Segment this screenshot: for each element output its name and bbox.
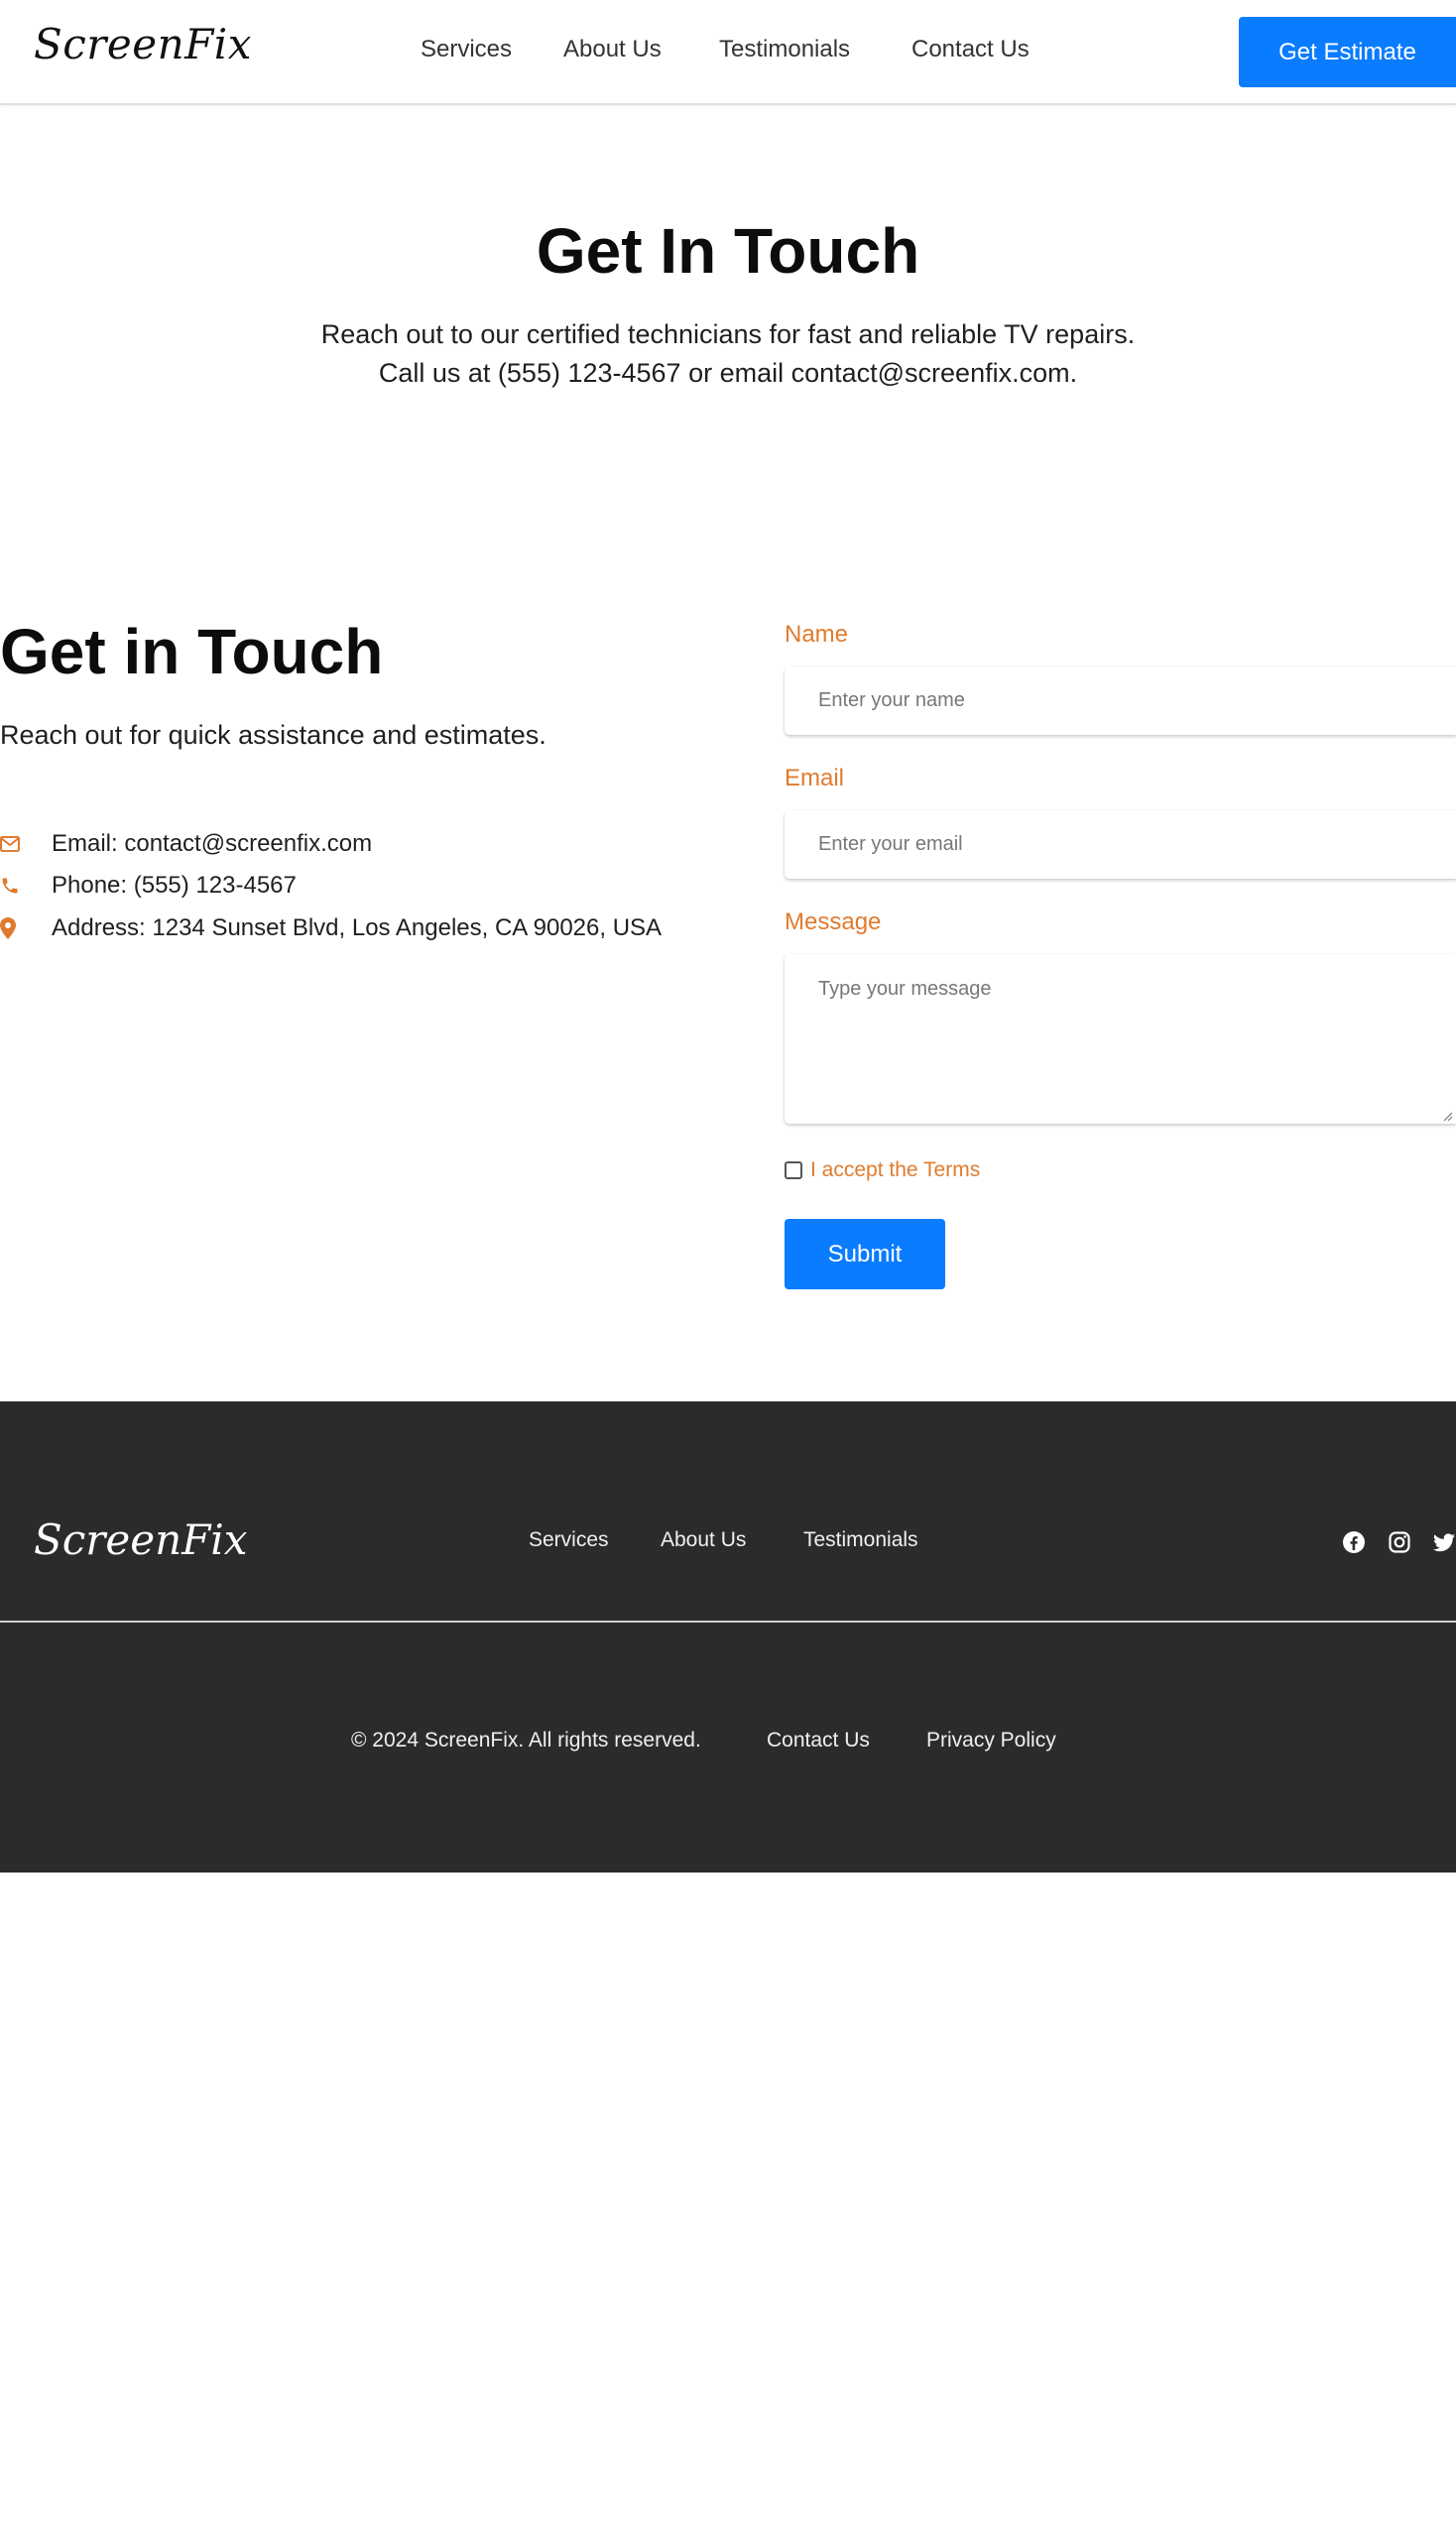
footer-link-contact-us[interactable]: Contact Us xyxy=(767,1729,870,1753)
get-estimate-button[interactable]: Get Estimate xyxy=(1239,17,1456,87)
nav-link-services[interactable]: Services xyxy=(421,36,512,63)
hero-title: Get In Touch xyxy=(536,215,920,287)
logo[interactable]: ScreenFix xyxy=(34,20,252,68)
map-pin-icon xyxy=(0,917,52,939)
contact-email-row: Email: contact@screenfix.com xyxy=(0,828,372,860)
resize-grip-icon[interactable] xyxy=(1441,1109,1453,1122)
name-input[interactable] xyxy=(785,666,1456,735)
phone-icon xyxy=(0,876,52,896)
page: ScreenFix Services About Us Testimonials… xyxy=(0,0,1456,2539)
message-textarea[interactable] xyxy=(785,954,1456,1124)
nav-link-contact-us[interactable]: Contact Us xyxy=(911,36,1030,63)
submit-button[interactable]: Submit xyxy=(785,1219,945,1289)
site-header: ScreenFix Services About Us Testimonials… xyxy=(0,0,1456,105)
copyright-text: © 2024 ScreenFix. All rights reserved. xyxy=(351,1729,701,1752)
contact-subtitle: Reach out for quick assistance and estim… xyxy=(0,720,546,750)
terms-checkbox[interactable] xyxy=(785,1161,802,1179)
contact-address-row: Address: 1234 Sunset Blvd, Los Angeles, … xyxy=(0,912,662,944)
footer-link-privacy-policy[interactable]: Privacy Policy xyxy=(926,1729,1056,1753)
terms-label[interactable]: I accept the Terms xyxy=(810,1158,980,1182)
contact-email-text: Email: contact@screenfix.com xyxy=(52,830,373,857)
email-input[interactable] xyxy=(785,810,1456,879)
site-footer: ScreenFix Services About Us Testimonials… xyxy=(0,1401,1456,1873)
hero-subtitle: Reach out to our certified technicians f… xyxy=(320,319,1136,388)
name-label: Name xyxy=(785,621,849,648)
contact-phone-text: Phone: (555) 123-4567 xyxy=(52,872,297,899)
message-label: Message xyxy=(785,908,882,935)
contact-phone-row: Phone: (555) 123-4567 xyxy=(0,870,297,902)
contact-title: Get in Touch xyxy=(0,616,384,687)
footer-link-about-us[interactable]: About Us xyxy=(661,1528,746,1552)
contact-address-text: Address: 1234 Sunset Blvd, Los Angeles, … xyxy=(52,914,663,941)
footer-link-testimonials[interactable]: Testimonials xyxy=(803,1528,918,1552)
facebook-icon[interactable] xyxy=(1342,1530,1368,1556)
footer-link-services[interactable]: Services xyxy=(529,1528,609,1552)
twitter-icon[interactable] xyxy=(1432,1530,1456,1556)
terms-row: I accept the Terms xyxy=(785,1158,980,1182)
nav-link-about-us[interactable]: About Us xyxy=(563,36,662,63)
email-label: Email xyxy=(785,765,845,791)
instagram-icon[interactable] xyxy=(1388,1530,1413,1556)
envelope-icon xyxy=(0,836,52,852)
nav-link-testimonials[interactable]: Testimonials xyxy=(719,36,850,63)
footer-logo[interactable]: ScreenFix xyxy=(34,1515,247,1564)
footer-divider xyxy=(0,1621,1456,1623)
